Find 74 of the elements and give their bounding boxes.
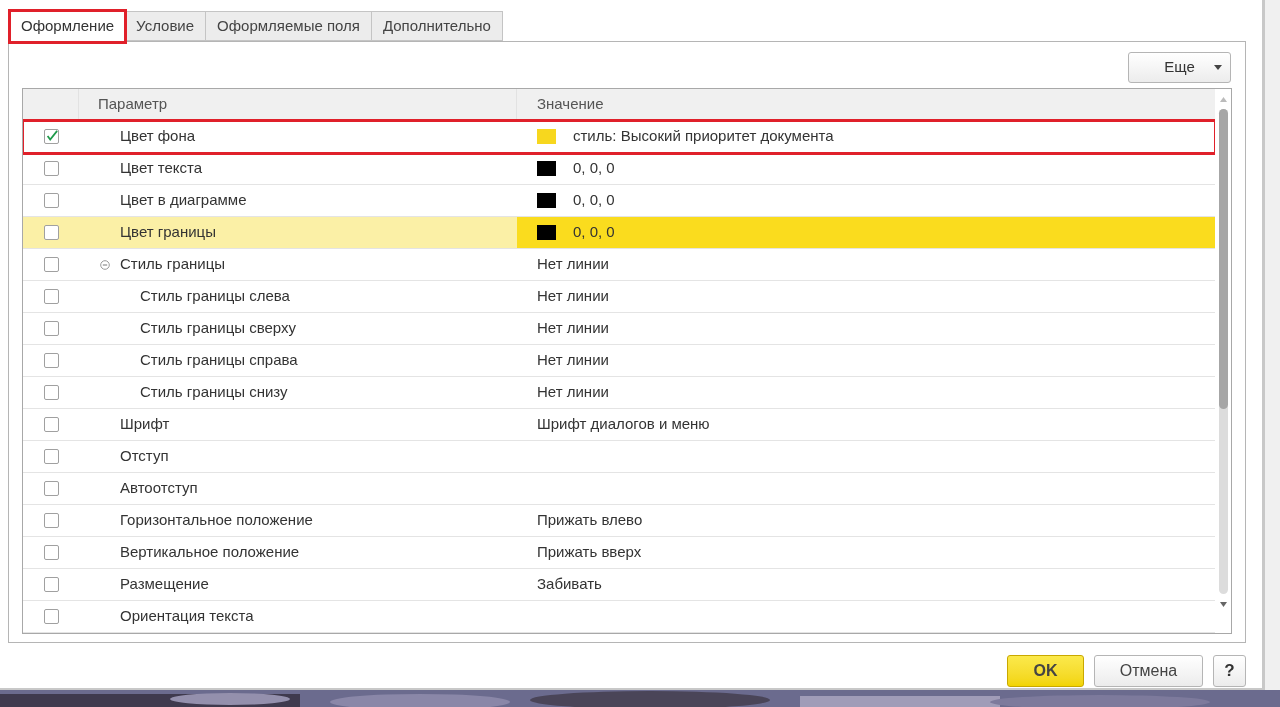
checkbox[interactable] [43,353,59,368]
checkbox[interactable] [43,609,59,624]
tab[interactable]: Оформляемые поля [205,11,372,41]
checkbox[interactable] [43,481,59,496]
checkbox[interactable] [43,257,59,272]
tab[interactable]: Условие [124,11,207,41]
checkbox[interactable] [43,545,59,560]
collapse-icon[interactable] [100,259,110,270]
checkbox[interactable] [43,225,59,240]
parameter-name: Ориентация текста [120,606,254,627]
checkbox[interactable] [43,577,59,592]
table-row[interactable]: Ориентация текста [23,601,1215,633]
checkbox[interactable] [43,129,59,144]
parameter-name: Горизонтальное положение [120,510,313,531]
checkbox[interactable] [43,513,59,528]
parameter-value: 0, 0, 0 [573,222,615,243]
parameter-value: Прижать влево [537,510,643,531]
checkbox[interactable] [43,385,59,400]
parameter-name: Отступ [120,446,169,467]
checkbox[interactable] [43,193,59,208]
parameter-name: Цвет текста [120,158,203,179]
checkbox[interactable] [43,417,59,432]
table-row[interactable]: Шрифт Шрифт диалогов и меню [23,409,1215,441]
checkbox[interactable] [43,449,59,464]
parameter-name: Стиль границы справа [140,350,298,371]
scroll-up-icon[interactable] [1219,97,1227,102]
parameter-value: Нет линии [537,254,609,275]
checkbox[interactable] [43,289,59,304]
parameter-value: Шрифт диалогов и меню [537,414,710,435]
more-button[interactable]: Еще [1128,52,1231,83]
help-button[interactable]: ? [1213,655,1246,687]
parameter-value: Нет линии [537,286,609,307]
parameter-value: Прижать вверх [537,542,642,563]
parameter-value: 0, 0, 0 [573,190,615,211]
column-header: Параметр [79,89,517,120]
scroll-down-icon[interactable] [1219,602,1227,607]
table-row[interactable]: Цвет текста 0, 0, 0 [23,153,1215,185]
checkbox[interactable] [43,161,59,176]
parameter-name: Стиль границы снизу [140,382,288,403]
parameter-name: Цвет фона [120,126,196,147]
table-row[interactable]: Стиль границы снизу Нет линии [23,377,1215,409]
parameter-name: Стиль границы сверху [140,318,296,339]
parameter-value: 0, 0, 0 [573,158,615,179]
parameter-value: стиль: Высокий приоритет документа [573,126,834,147]
table-row[interactable]: Стиль границы слева Нет линии [23,281,1215,313]
tab[interactable]: Оформление [10,11,126,42]
table-row[interactable]: Отступ [23,441,1215,473]
scrollbar-thumb[interactable] [1218,109,1228,409]
parameter-name: Размещение [120,574,209,595]
table-row[interactable]: Стиль границы сверху Нет линии [23,313,1215,345]
cancel-button[interactable]: Отмена [1094,655,1203,687]
table-row[interactable]: Стиль границы справа Нет линии [23,345,1215,377]
table-row[interactable]: Вертикальное положение Прижать вверх [23,537,1215,569]
table-row[interactable]: Размещение Забивать [23,569,1215,601]
highlighted-row[interactable]: Цвет фона стиль: Высокий приоритет документа [23,121,1215,153]
table-row[interactable]: Горизонтальное положение Прижать влево [23,505,1215,537]
tab[interactable]: Дополнительно [370,11,503,41]
parameter-value: Нет линии [537,350,609,371]
parameter-name: Шрифт [120,414,170,435]
caret-icon [1214,65,1222,70]
ok-button[interactable]: OK [1007,655,1084,687]
parameter-name: Стиль границы слева [140,286,290,307]
parameter-name: Цвет границы [120,222,216,243]
parameter-value: Забивать [537,574,602,595]
parameter-value: Нет линии [537,382,609,403]
parameter-name: Стиль границы [120,254,225,275]
parameter-name: Вертикальное положение [120,542,300,563]
table-row[interactable]: Автоотступ [23,473,1215,505]
parameter-value: Нет линии [537,318,609,339]
checkbox[interactable] [43,321,59,336]
parameter-name: Цвет в диаграмме [120,190,247,211]
parameter-name: Автоотступ [120,478,198,499]
column-header: Значение [536,94,605,115]
table-row[interactable]: Стиль границы Нет линии [23,249,1215,281]
